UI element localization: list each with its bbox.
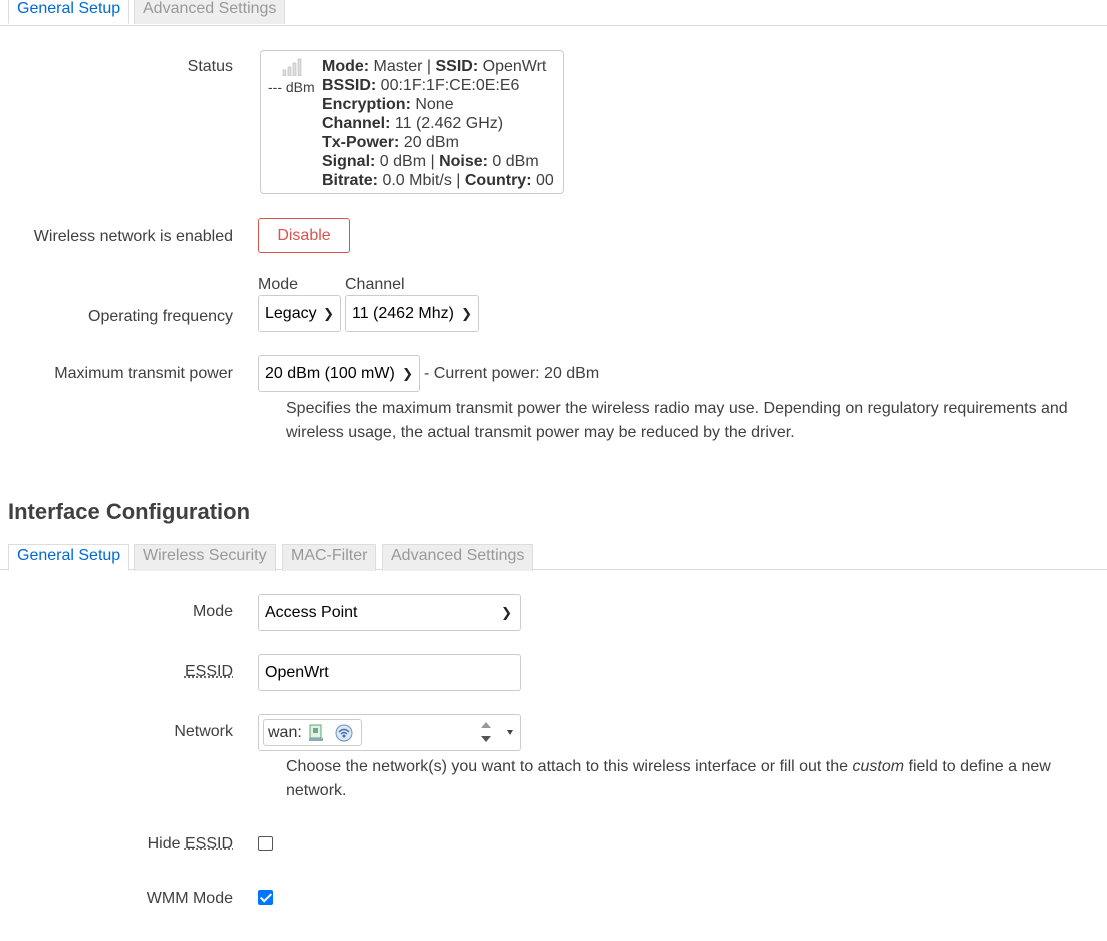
wmm-mode-checkbox[interactable] bbox=[258, 890, 273, 905]
network-description: Choose the network(s) you want to attach… bbox=[286, 758, 1051, 799]
status-line-txpower: Tx-Power: 20 dBm bbox=[322, 134, 459, 151]
transmit-power-description: Specifies the maximum transmit power the… bbox=[286, 400, 1068, 441]
status-line-encryption: Encryption: None bbox=[322, 96, 454, 113]
status-details: Mode: Master | SSID: OpenWrt BSSID: 00:1… bbox=[322, 57, 554, 190]
status-box: --- dBm Mode: Master | SSID: OpenWrt BSS… bbox=[260, 50, 564, 194]
status-line-mode: Mode: Master | SSID: OpenWrt bbox=[322, 58, 547, 75]
spin-down-icon[interactable] bbox=[481, 736, 491, 742]
current-power-text: - Current power: 20 dBm bbox=[424, 365, 600, 382]
tab-advanced-settings[interactable]: Advanced Settings bbox=[134, 0, 286, 24]
chevron-down-icon: ❯ bbox=[461, 306, 472, 321]
wmm-mode-label: WMM Mode bbox=[146, 890, 233, 907]
signal-dbm: --- dBm bbox=[268, 79, 315, 95]
hide-essid-label: Hide ESSID bbox=[147, 835, 233, 852]
chevron-down-icon: ❯ bbox=[323, 306, 334, 321]
mode-column-header: Mode bbox=[258, 276, 299, 293]
tab-iface-advanced-settings[interactable]: Advanced Settings bbox=[382, 544, 534, 571]
status-line-channel: Channel: 11 (2.462 GHz) bbox=[322, 115, 504, 132]
status-line-signal: Signal: 0 dBm | Noise: 0 dBm bbox=[322, 153, 539, 170]
status-line-bitrate: Bitrate: 0.0 Mbit/s | Country: 00 bbox=[322, 172, 554, 189]
disable-button[interactable]: Disable bbox=[258, 218, 350, 253]
channel-column-header: Channel bbox=[345, 276, 405, 293]
tab-mac-filter[interactable]: MAC-Filter bbox=[282, 544, 377, 571]
tab-general-setup[interactable]: General Setup bbox=[8, 0, 130, 24]
tab-iface-general-setup[interactable]: General Setup bbox=[8, 544, 130, 571]
network-label: Network bbox=[174, 723, 233, 740]
dropdown-arrow-icon[interactable] bbox=[507, 730, 513, 735]
channel-select[interactable]: 11 (2462 Mhz) ❯ bbox=[345, 295, 479, 332]
essid-label: ESSID bbox=[184, 663, 233, 680]
device-tabs: General Setup Advanced Settings bbox=[0, 0, 1107, 26]
network-select[interactable]: wan: bbox=[258, 714, 521, 751]
chevron-down-icon: ❯ bbox=[402, 366, 413, 381]
operating-frequency-label: Operating frequency bbox=[88, 308, 233, 325]
interface-config-title: Interface Configuration bbox=[8, 499, 251, 524]
hide-essid-checkbox[interactable] bbox=[258, 836, 273, 851]
network-port-icon bbox=[309, 724, 323, 741]
spin-up-icon[interactable] bbox=[481, 722, 491, 728]
wireless-icon bbox=[335, 724, 353, 742]
transmit-power-select[interactable]: 20 dBm (100 mW) ❯ bbox=[258, 355, 420, 392]
status-label: Status bbox=[187, 58, 233, 75]
iface-mode-label: Mode bbox=[192, 603, 233, 620]
chevron-down-icon: ❯ bbox=[501, 605, 512, 620]
interface-tabs: General Setup Wireless Security MAC-Filt… bbox=[0, 544, 1107, 571]
status-line-bssid: BSSID: 00:1F:1F:CE:0E:E6 bbox=[322, 77, 520, 94]
wireless-enabled-label: Wireless network is enabled bbox=[33, 228, 233, 245]
network-spinner[interactable] bbox=[478, 719, 494, 746]
signal-icon bbox=[282, 58, 302, 76]
iface-mode-select[interactable]: Access Point ❯ bbox=[258, 594, 521, 631]
tab-wireless-security[interactable]: Wireless Security bbox=[134, 544, 276, 571]
essid-input[interactable]: OpenWrt bbox=[258, 654, 521, 691]
transmit-power-label: Maximum transmit power bbox=[54, 365, 233, 382]
frequency-mode-select[interactable]: Legacy ❯ bbox=[258, 295, 341, 332]
network-chip: wan: bbox=[263, 719, 362, 746]
